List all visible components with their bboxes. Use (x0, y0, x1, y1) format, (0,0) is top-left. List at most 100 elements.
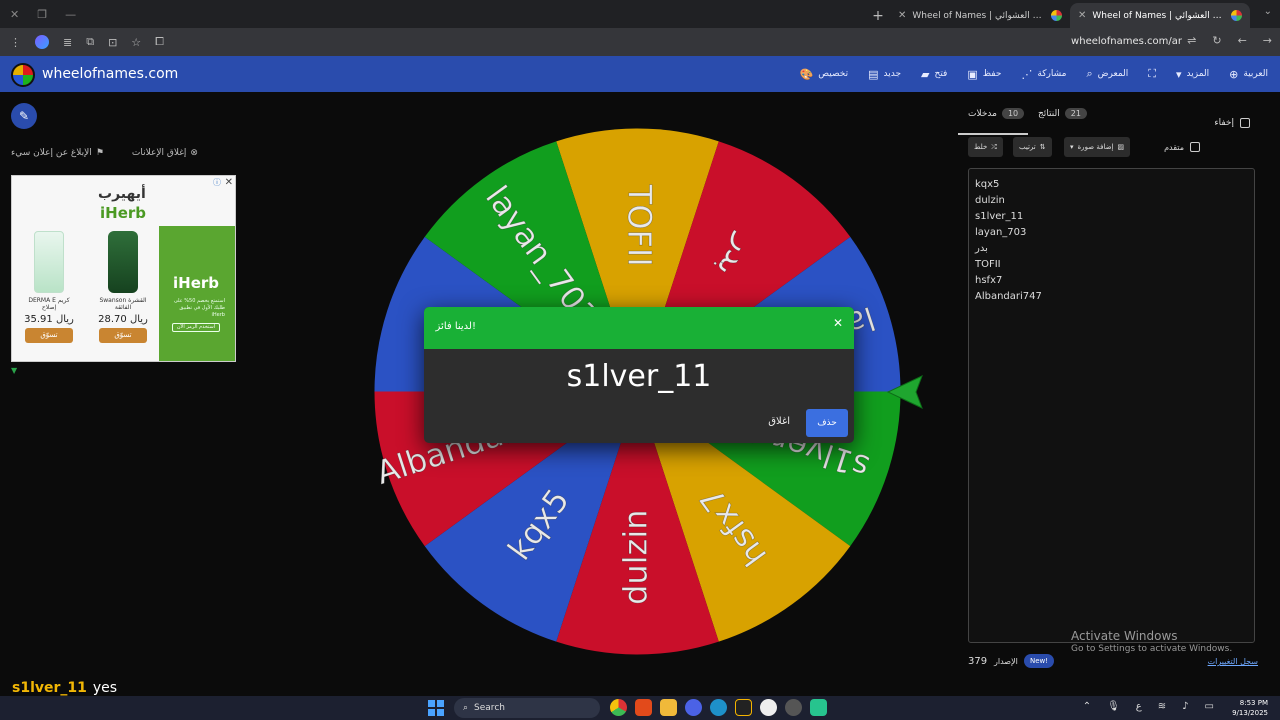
app-icon[interactable] (810, 699, 827, 716)
add-image-dropdown[interactable]: ▾ إضافة صورة ▨ (1064, 137, 1131, 157)
buy-button[interactable]: تسوّق (25, 328, 73, 343)
screenshot-icon[interactable]: ⧠ (155, 35, 164, 49)
edge-icon[interactable] (710, 699, 727, 716)
ad-product[interactable]: DERMA E كريم إصلاح 35.91 ريال تسوّق (22, 231, 76, 343)
volume-icon[interactable]: ♪ (1182, 701, 1188, 712)
nav-fullscreen[interactable]: ⛶ (1148, 67, 1156, 81)
new-tab-icon[interactable]: + (866, 3, 890, 28)
image-icon: ▨ (1117, 143, 1125, 151)
reload-icon[interactable]: ↻ (1212, 34, 1221, 47)
nav-gallery[interactable]: ⌕ المعرض (1086, 67, 1128, 81)
wheel-pointer-icon (886, 375, 923, 409)
tab-search-chevron-icon[interactable]: ⌄ (1264, 6, 1272, 17)
chrome-icon[interactable] (610, 699, 627, 716)
discord-icon[interactable] (685, 699, 702, 716)
advanced-toggle[interactable]: متقدم (1164, 142, 1200, 152)
browser-tab[interactable]: ✕ Wheel of Names | الاسم العشوائي (890, 3, 1070, 28)
file-explorer-icon[interactable] (660, 699, 677, 716)
edit-pencil-button[interactable]: ✎ (11, 103, 37, 129)
close-icon[interactable]: ✕ (833, 316, 843, 330)
ad-promo-text: استمتع بخصم 50% على طلبك الأول في تطبيق … (173, 298, 225, 318)
menu-dots-icon[interactable]: ⋮ (10, 36, 21, 49)
url-field[interactable]: wheelofnames.com/ar (1071, 36, 1182, 47)
ad-brand: iHerb (100, 204, 147, 222)
logo-text[interactable]: wheelofnames.com (42, 66, 178, 82)
close-button[interactable]: اغلاق (768, 416, 790, 427)
puzzle-icon[interactable]: ⧉ (86, 35, 94, 49)
ad-brand-arabic: أيهيرب (98, 186, 146, 202)
close-ads-link[interactable]: إغلاق الإعلانات ⊗ (132, 148, 198, 158)
nav-new[interactable]: ▤ جديد (868, 68, 901, 81)
restore-window-icon[interactable]: ❐ (37, 8, 47, 21)
search-icon: ⌕ (463, 703, 469, 713)
close-tab-icon[interactable]: ✕ (898, 10, 906, 21)
ad-promo-panel[interactable]: iHerb استمتع بخصم 50% على طلبك الأول في … (159, 226, 235, 361)
bookmark-star-icon[interactable]: ☆ (131, 36, 141, 49)
logo-wheel-icon[interactable] (11, 63, 35, 87)
app-icon[interactable] (635, 699, 652, 716)
nav-more[interactable]: ▾ المزيد (1176, 68, 1209, 81)
nav-customize[interactable]: 🎨 تخصيص (800, 68, 849, 81)
close-window-icon[interactable]: ✕ (10, 8, 19, 21)
sort-icon: ⇅ (1039, 143, 1046, 151)
taskbar-apps (610, 699, 827, 716)
remove-button[interactable]: حذف (806, 409, 848, 437)
shuffle-button[interactable]: خلط ⤮ (968, 137, 1003, 157)
chevron-down-icon: ▾ (1176, 67, 1182, 81)
back-icon[interactable]: ← (1238, 34, 1247, 47)
sort-button[interactable]: ترتيب ⇅ (1013, 137, 1052, 157)
extension-icon[interactable] (35, 35, 49, 49)
advanced-checkbox[interactable] (1190, 142, 1200, 152)
forward-icon[interactable]: → (1263, 34, 1272, 47)
ad-info-icon[interactable]: ⓘ (213, 177, 221, 188)
nav-share[interactable]: ⋰ مشاركة (1021, 68, 1066, 81)
window-controls: ✕ ❐ — (0, 8, 76, 21)
microphone-icon[interactable]: 🎙 (1107, 701, 1120, 712)
battery-icon[interactable]: ▭ (1205, 701, 1214, 712)
obs-icon[interactable] (760, 699, 777, 716)
app-icon[interactable] (785, 699, 802, 716)
language-indicator[interactable]: ع (1136, 701, 1142, 712)
fullscreen-icon: ⛶ (1148, 67, 1156, 80)
globe-icon: ⊕ (1229, 67, 1239, 81)
overlay-winner-name: s1lver_11 (12, 680, 87, 696)
close-tab-icon[interactable]: ✕ (1078, 10, 1086, 21)
list-item: TOFII (975, 259, 1001, 270)
ad-product[interactable]: Swanson القشرة الفائقة 28.70 ريال تسوّق (96, 231, 150, 343)
winner-dialog-title: لدينا فائز! (435, 321, 476, 332)
adchoices-icon[interactable]: ▼ (11, 366, 17, 375)
stream-overlay: s1lver_11 yes (12, 680, 117, 696)
cast-icon[interactable]: ⊡ (108, 36, 117, 49)
wifi-icon[interactable]: ≋ (1158, 701, 1166, 712)
nav-save[interactable]: ▣ حفظ (967, 68, 1001, 81)
buy-button[interactable]: تسوّق (99, 328, 147, 343)
chevron-up-icon[interactable]: ⌃ (1083, 701, 1091, 712)
site-settings-icon[interactable]: ⇌ (1187, 34, 1196, 47)
nav-open[interactable]: ▰ فتح (921, 68, 947, 81)
hide-toggle[interactable]: إخفاء (1214, 118, 1250, 128)
tab-results[interactable]: النتائج 21 (1038, 108, 1087, 119)
app-icon[interactable] (735, 699, 752, 716)
product-bottle-image (108, 231, 138, 293)
panel-footer: 379 الإصدار New! سجل التغييرات (968, 654, 1258, 670)
clock[interactable]: 8:53 PM 9/13/2025 (1232, 698, 1268, 718)
list-item: dulzin (975, 195, 1005, 206)
tab-entries[interactable]: مدخلات 10 (968, 108, 1025, 119)
browser-tab-strip: ✕ ❐ — + ✕ Wheel of Names | الاسم العشوائ… (0, 0, 1280, 28)
ad-close-icon[interactable]: ✕ (225, 177, 233, 188)
taskbar-search[interactable]: ⌕ Search (454, 698, 600, 718)
report-bad-ad-link[interactable]: الإبلاغ عن إعلان سيء ⚑ (11, 148, 104, 158)
toolbar-left: ⋮ ≣ ⧉ ⊡ ☆ ⧠ (0, 35, 164, 49)
nav-language[interactable]: ⊕ العربية (1229, 68, 1268, 81)
entries-textarea[interactable]: kqx5 dulzin s1lver_11 layan_703 بدر TOFI… (968, 168, 1255, 643)
product-tube-image (34, 231, 64, 293)
browser-tab-active[interactable]: ✕ Wheel of Names | الاسم العشوائي (1070, 3, 1250, 28)
ad-promo-button[interactable]: استخدم الرمز الآن (172, 323, 220, 332)
hide-checkbox[interactable] (1240, 118, 1250, 128)
minimize-window-icon[interactable]: — (65, 8, 76, 21)
reader-icon[interactable]: ≣ (63, 36, 72, 49)
pencil-icon: ✎ (18, 109, 30, 123)
changelog-link[interactable]: سجل التغييرات (1208, 657, 1258, 666)
ad-banner[interactable]: ⓘ ✕ أيهيرب iHerb DERMA E كريم إصلاح 35.9… (11, 175, 236, 362)
windows-start-icon[interactable] (428, 700, 444, 716)
